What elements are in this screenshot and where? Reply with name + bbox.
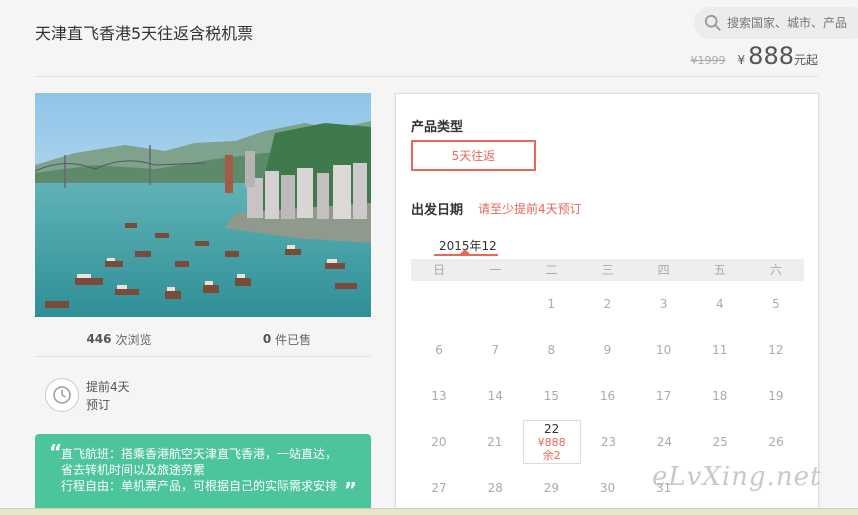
- calendar-day: 28: [487, 481, 503, 495]
- calendar-day: 17: [655, 389, 672, 403]
- calendar-day: 25: [712, 435, 728, 449]
- calendar-day: [467, 281, 523, 327]
- weekday-label: 六: [769, 263, 782, 277]
- highlight-line: 直飞航班：搭乘香港航空天津直飞香港，一站直达，: [61, 447, 338, 461]
- calendar-day: 10: [655, 343, 672, 357]
- calendar-day: 2: [603, 297, 612, 311]
- calendar-day: 1: [547, 297, 556, 311]
- views-label: 次浏览: [115, 332, 152, 347]
- sold-label: 件已售: [275, 332, 312, 347]
- calendar-week: 6 7 8 9 10 11 12: [411, 327, 804, 373]
- search-input[interactable]: [727, 16, 858, 30]
- calendar-week: 13 14 15 16 17 18 19: [411, 373, 804, 419]
- search-icon[interactable]: [704, 14, 722, 32]
- calendar-day: 3: [659, 297, 668, 311]
- product-type-label: 产品类型: [411, 120, 464, 135]
- booking-panel: 产品类型 5天往返 出发日期 请至少提前4天预订 2015年12 日 一 二 三…: [395, 93, 819, 515]
- calendar-day: 16: [599, 389, 616, 403]
- views-count: 446: [86, 332, 112, 346]
- current-price: 888: [748, 42, 794, 70]
- page-title: 天津直飞香港5天往返含税机票: [35, 24, 254, 43]
- clock-badge: [45, 378, 79, 412]
- highlight-line: 行程自由：单机票产品，可根据自己的实际需求安排: [61, 479, 338, 493]
- stats-divider: [35, 356, 371, 357]
- month-tab-underline: [434, 254, 498, 256]
- departure-date-label: 出发日期: [411, 203, 464, 218]
- calendar-week: 1 2 3 4 5: [411, 281, 804, 327]
- price-unit: 元起: [793, 53, 818, 67]
- advance-booking-info: 提前4天 预订: [86, 378, 130, 414]
- weekday-label: 五: [713, 263, 726, 277]
- calendar-day: [411, 281, 467, 327]
- price-row: ¥1999 ¥ 888 元起: [691, 42, 818, 70]
- calendar-day: 4: [715, 297, 724, 311]
- calendar-day: 13: [431, 389, 447, 403]
- weekday-label: 三: [601, 263, 614, 277]
- quote-close-icon: ”: [343, 478, 357, 502]
- calendar-day: 26: [768, 435, 784, 449]
- available-day-price: ¥888: [537, 435, 566, 449]
- advance-booking-note: 请至少提前4天预订: [478, 202, 582, 216]
- calendar-day: 6: [435, 343, 443, 357]
- weekday-label: 二: [545, 263, 558, 277]
- calendar-day: 12: [768, 343, 784, 357]
- highlight-line: 省去转机时间以及旅途劳累: [61, 463, 206, 477]
- product-type-option[interactable]: 5天往返: [411, 140, 536, 171]
- calendar-day-available[interactable]: 22 ¥888 余2: [522, 420, 581, 464]
- calendar-day: 5: [772, 297, 780, 311]
- calendar-day: 29: [543, 481, 559, 495]
- views-stat: 446 次浏览: [35, 322, 203, 356]
- site-watermark: eLvXing.net: [652, 462, 822, 492]
- sold-stat: 0 件已售: [203, 322, 371, 356]
- calendar-day: 23: [600, 435, 617, 449]
- original-price: ¥1999: [690, 54, 726, 67]
- calendar-weekday-header: 日 一 二 三 四 五 六: [411, 259, 804, 281]
- weekday-label: 四: [657, 263, 670, 277]
- calendar-day: 18: [712, 389, 728, 403]
- header-divider: [35, 76, 818, 77]
- calendar-day: 7: [491, 343, 500, 357]
- calendar-week: 20 21 22 ¥888 余2 23 24 25 26: [411, 419, 804, 465]
- calendar-day: 24: [656, 435, 672, 449]
- available-day-remaining: 余2: [542, 448, 561, 462]
- currency-symbol: ¥: [737, 53, 746, 67]
- product-stats: 446 次浏览 0 件已售: [35, 322, 371, 356]
- search-box[interactable]: [694, 7, 858, 39]
- advance-line-1: 提前4天: [86, 380, 130, 394]
- calendar-day: 30: [599, 481, 616, 495]
- calendar-day: 27: [431, 481, 447, 495]
- clock-icon: [53, 386, 71, 404]
- weekday-label: 日: [433, 263, 446, 277]
- highlights-box: “ 直飞航班：搭乘香港航空天津直飞香港，一站直达， 省去转机时间以及旅途劳累 行…: [35, 434, 371, 514]
- calendar-day: 11: [712, 343, 728, 357]
- calendar-day: 19: [768, 389, 784, 403]
- quote-open-icon: “: [49, 440, 63, 464]
- calendar-day: 20: [431, 435, 447, 449]
- available-day-number: 22: [544, 421, 560, 436]
- weekday-label: 一: [489, 263, 502, 277]
- calendar-day: 9: [603, 343, 612, 357]
- browser-status-bar: [0, 508, 858, 515]
- hero-image: [35, 93, 371, 317]
- sold-count: 0: [262, 332, 272, 346]
- calendar-day: 8: [547, 343, 556, 357]
- calendar-day: 15: [543, 389, 559, 403]
- advance-line-2: 预订: [86, 398, 111, 412]
- calendar-day: 21: [487, 435, 503, 449]
- calendar-day: 14: [487, 389, 503, 403]
